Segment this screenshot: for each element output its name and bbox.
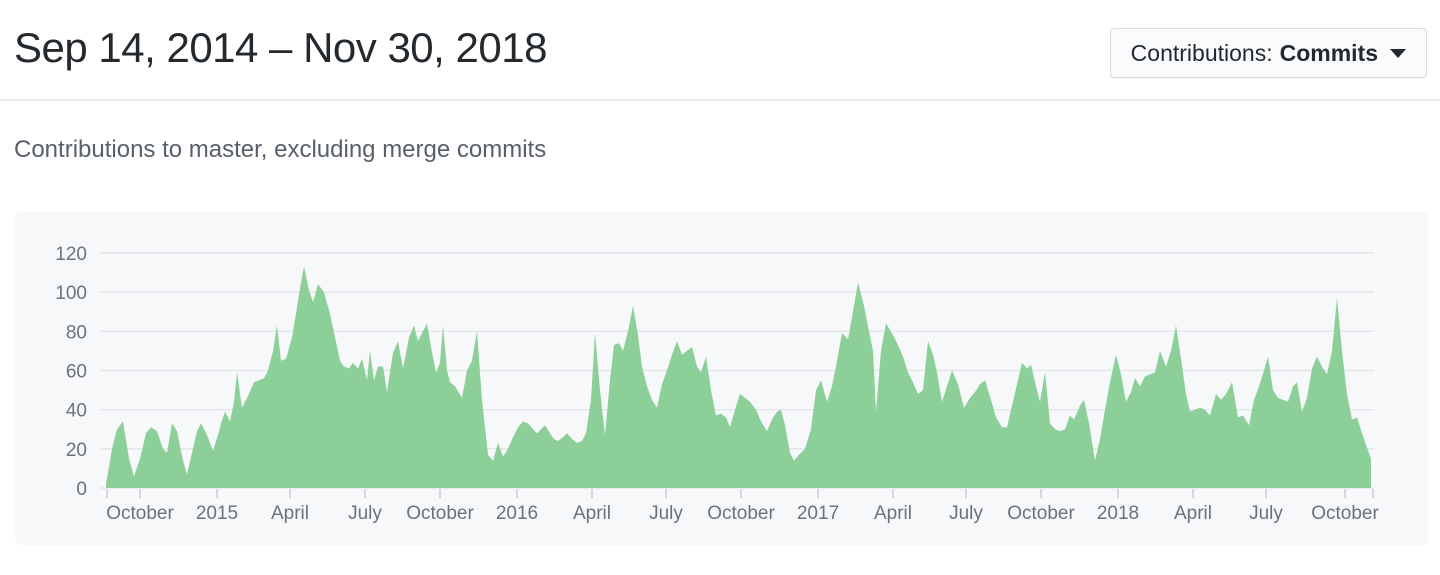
- contributions-dropdown-button[interactable]: Contributions: Commits: [1109, 28, 1427, 78]
- x-axis-label-14: April: [1174, 503, 1212, 524]
- y-axis-label-80: 80: [66, 322, 87, 343]
- x-axis-label-11: July: [949, 503, 983, 524]
- x-axis-label-1: 2015: [196, 503, 238, 524]
- y-axis-label-100: 100: [55, 283, 87, 304]
- x-axis-label-5: 2016: [496, 503, 538, 524]
- x-axis-label-12: October: [1007, 503, 1075, 524]
- x-axis-label-13: 2018: [1097, 503, 1139, 524]
- x-axis-label-6: April: [573, 503, 611, 524]
- y-axis-label-40: 40: [66, 401, 87, 422]
- chart-subtitle: Contributions to master, excluding merge…: [14, 136, 547, 163]
- commits-area-series: [106, 266, 1371, 488]
- x-axis-label-15: July: [1249, 503, 1283, 524]
- x-axis-label-4: October: [406, 503, 474, 524]
- x-axis-label-0: October: [106, 503, 174, 524]
- y-axis-label-60: 60: [66, 362, 87, 383]
- triangle-down-icon: [1390, 48, 1406, 58]
- header-divider: [0, 99, 1440, 101]
- x-axis-label-7: July: [649, 503, 683, 524]
- x-axis-label-10: April: [874, 503, 912, 524]
- x-axis-label-16: October: [1311, 503, 1379, 524]
- contributions-area-chart[interactable]: 0 20 40 60 80 100 120 October 2015 April July Octob…: [15, 212, 1428, 545]
- chart-card: 0 20 40 60 80 100 120 October 2015 April July Octob…: [15, 212, 1428, 545]
- x-axis-label-2: April: [271, 503, 309, 524]
- y-axis-label-20: 20: [66, 440, 87, 461]
- dropdown-prefix-label: Contributions:: [1130, 39, 1273, 66]
- x-axis-label-3: July: [348, 503, 382, 524]
- x-axis-label-9: 2017: [797, 503, 839, 524]
- date-range-title: Sep 14, 2014 – Nov 30, 2018: [14, 24, 547, 71]
- dropdown-selected-value: Commits: [1279, 39, 1378, 66]
- y-axis-label-0: 0: [76, 479, 87, 500]
- x-axis-label-8: October: [707, 503, 775, 524]
- y-axis-label-120: 120: [55, 244, 87, 265]
